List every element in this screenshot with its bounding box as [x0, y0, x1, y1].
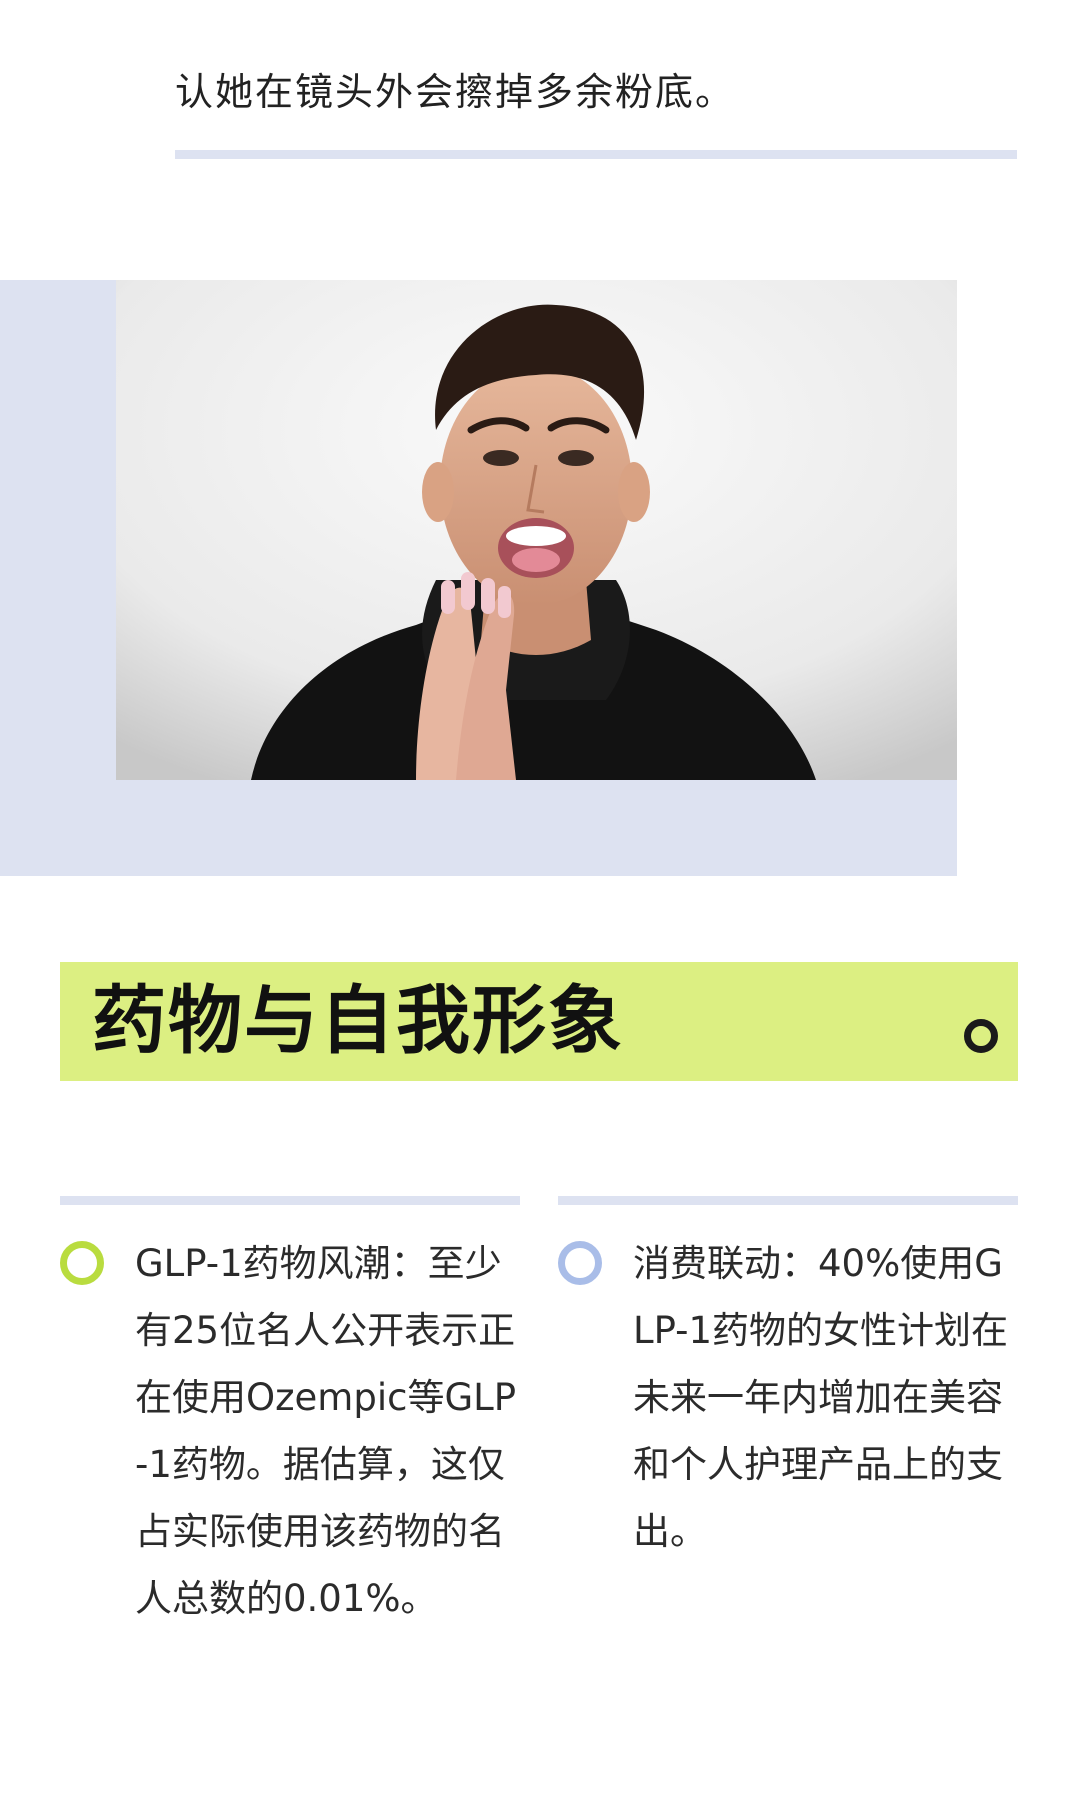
ring-icon: [964, 1019, 998, 1053]
section-title: 药物与自我形象: [92, 978, 624, 1064]
ring-bullet-icon: [60, 1241, 104, 1285]
column-divider-left: [60, 1196, 520, 1205]
column-divider-right: [558, 1196, 1018, 1205]
ring-bullet-icon: [558, 1241, 602, 1285]
point-text: 消费联动：40%使用GLP-1药物的女性计划在未来一年内增加在美容和个人护理产品…: [633, 1242, 1009, 1553]
point-text: GLP-1药物风潮：至少有25位名人公开表示正在使用Ozempic等GLP-1药…: [135, 1242, 517, 1620]
intro-text: 认她在镜头外会擦掉多余粉底。: [175, 70, 736, 114]
portrait-photo: [116, 280, 957, 780]
divider: [175, 150, 1017, 159]
section-heading: 药物与自我形象: [60, 962, 1018, 1081]
